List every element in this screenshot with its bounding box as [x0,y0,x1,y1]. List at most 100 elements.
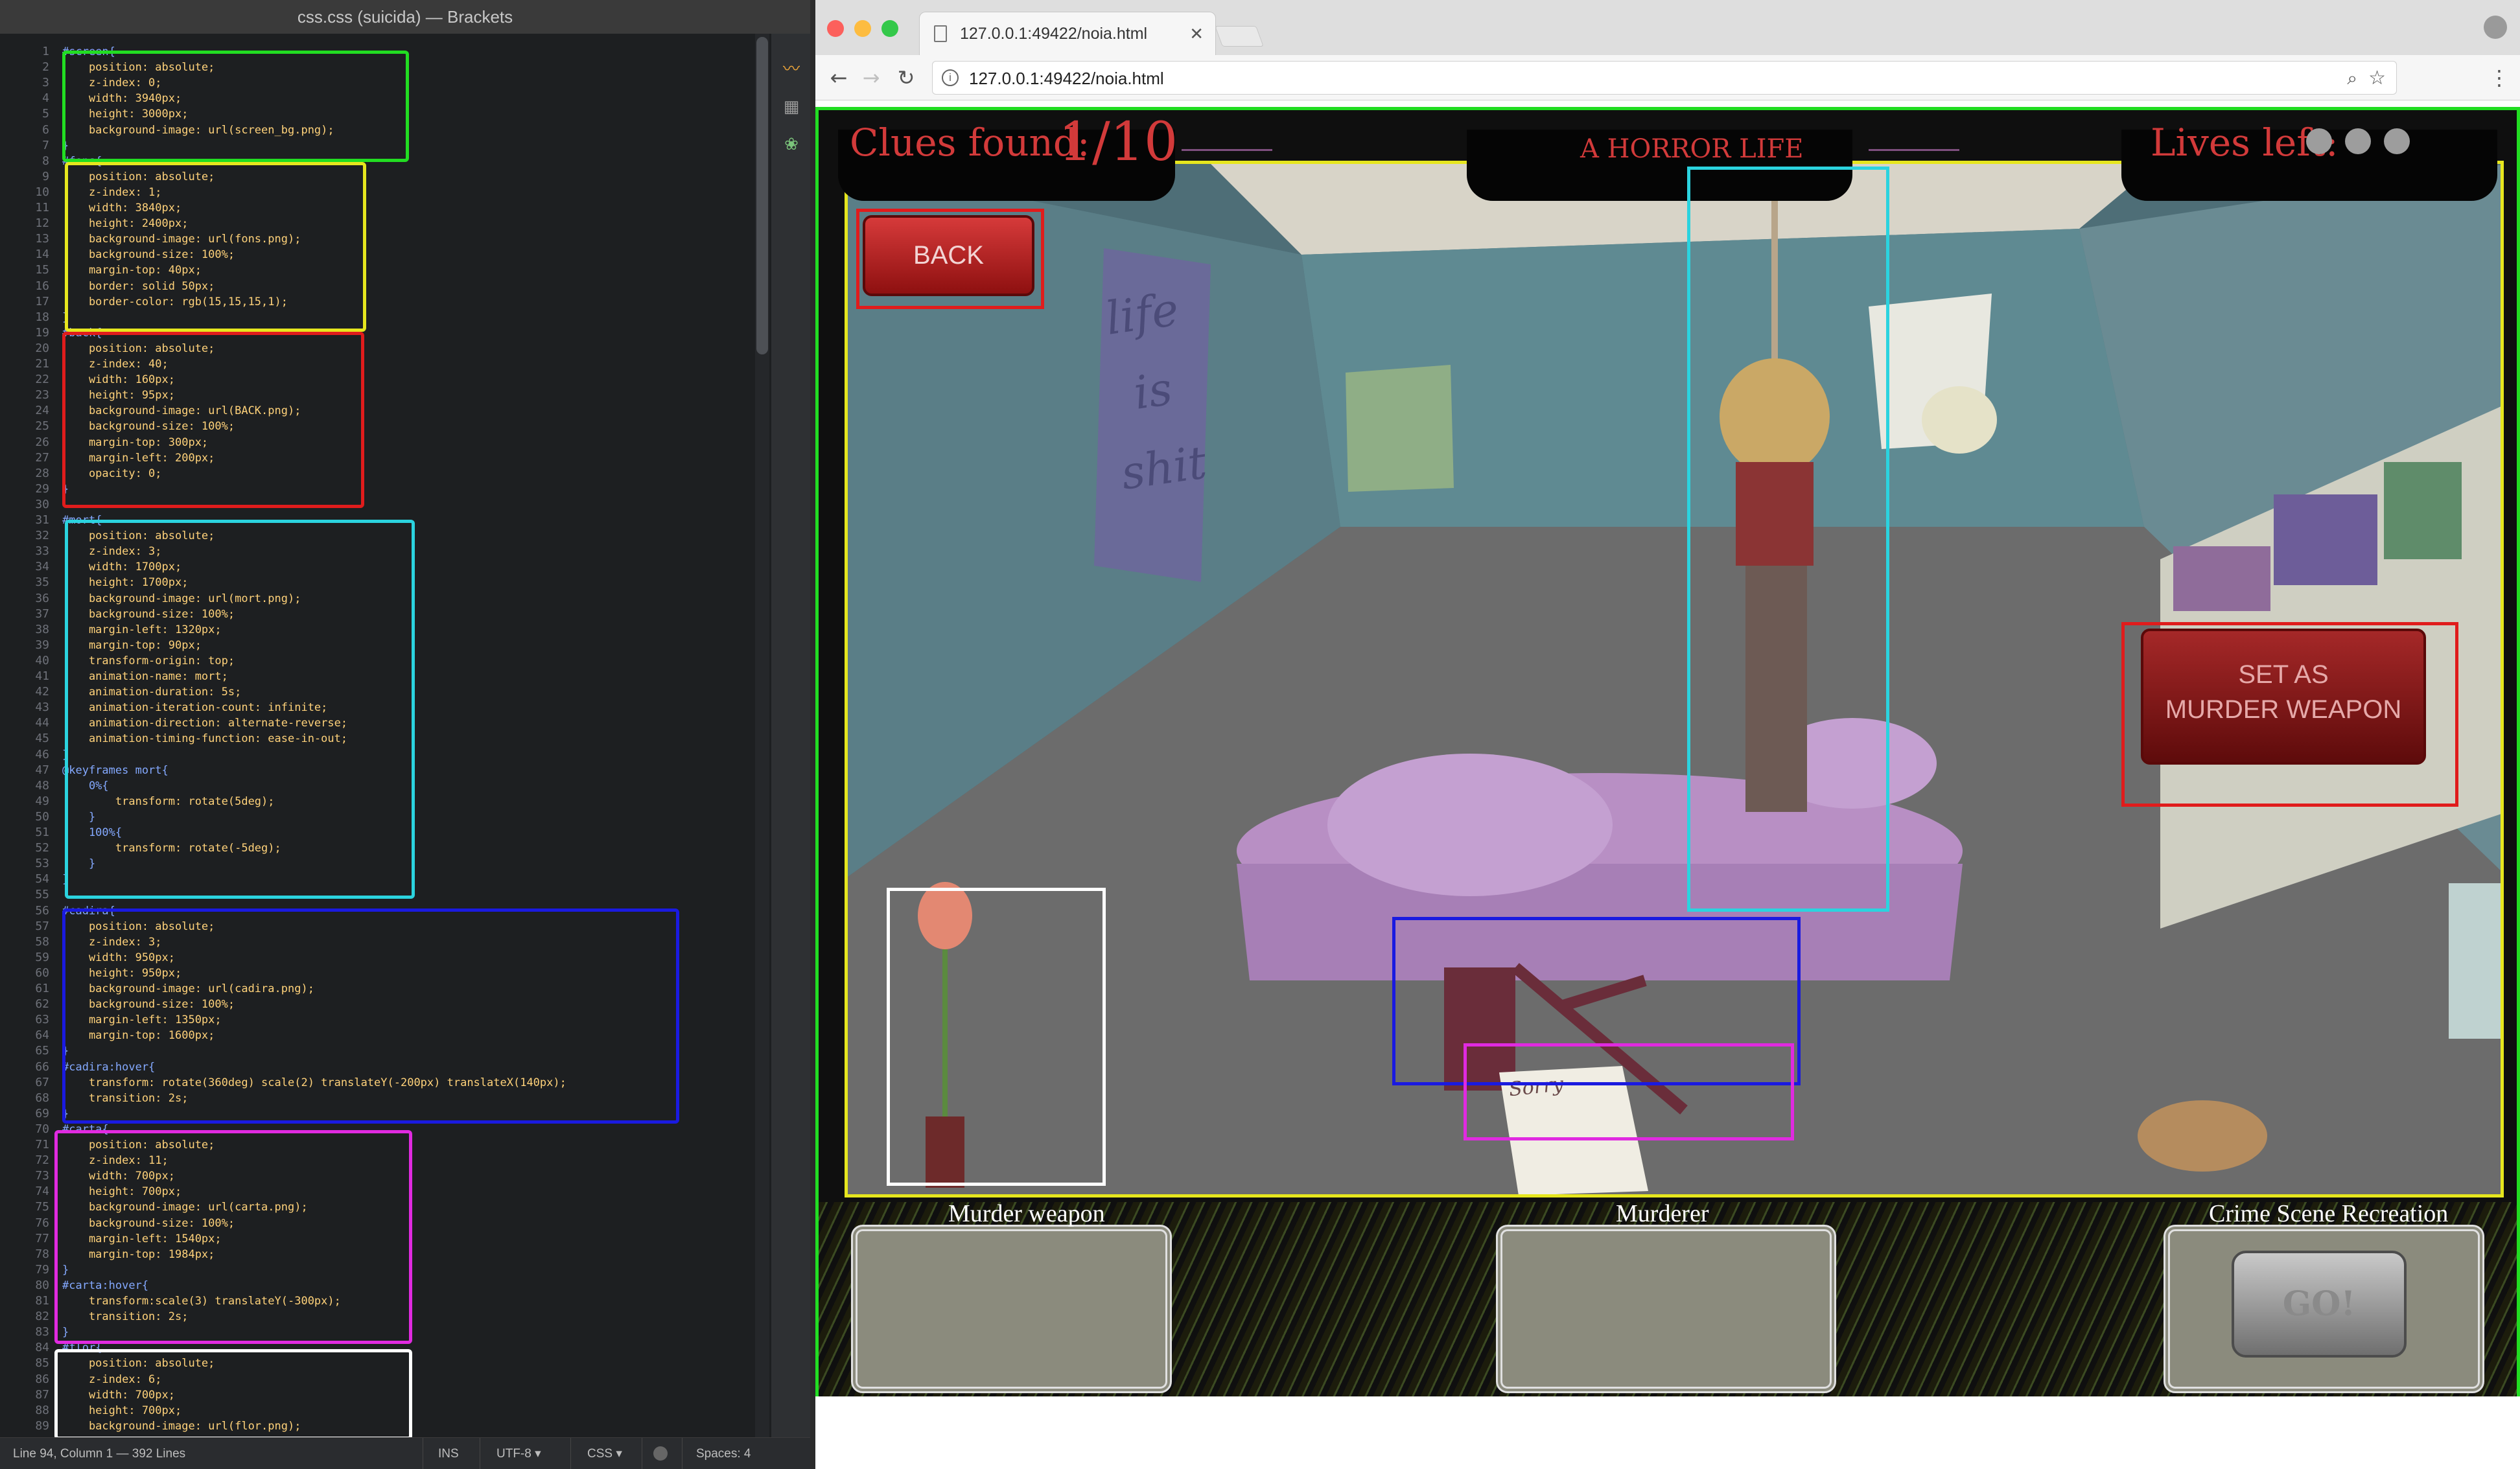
linter-status-icon[interactable] [653,1446,668,1461]
back-arrow-icon[interactable]: ← [824,63,853,93]
cursor-position: Line 94, Column 1 — 392 Lines [13,1447,186,1461]
line-number: 6 [42,122,49,137]
poster-word: life [1102,283,1182,345]
line-number: 70 [35,1122,49,1136]
insert-mode[interactable]: INS [438,1438,459,1469]
line-number: 16 [35,279,49,293]
line-number: 28 [35,466,49,480]
line-number: 76 [35,1216,49,1230]
editor-status-bar: Line 94, Column 1 — 392 Lines INS UTF-8 … [0,1437,810,1469]
browser-tab[interactable]: 127.0.0.1:49422/noia.html ✕ [919,12,1216,55]
minimize-window-button[interactable] [854,20,871,37]
poster-word: is [1130,362,1176,420]
line-number: 15 [35,263,49,277]
line-number: 36 [35,591,49,605]
encoding-select[interactable]: UTF-8 ▾ [496,1438,541,1469]
code-box-screen [62,51,409,162]
line-number: 65 [35,1044,49,1058]
line-number: 86 [35,1372,49,1386]
page-icon [934,25,947,42]
crime-scene-label: Crime Scene Recreation [2209,1200,2449,1227]
line-number: 23 [35,388,49,402]
new-tab-button[interactable] [1215,26,1264,47]
line-number: 32 [35,529,49,543]
close-window-button[interactable] [827,20,844,37]
forward-arrow-icon[interactable]: → [857,63,885,93]
profile-icon[interactable] [2484,16,2507,39]
editor-scrollbar[interactable] [755,34,769,1437]
line-number: 78 [35,1247,49,1261]
line-number: 46 [35,747,49,761]
line-number: 74 [35,1185,49,1199]
flower-hitbox[interactable] [887,888,1106,1186]
zoom-icon[interactable]: ⌕ [2347,62,2357,95]
line-number: 56 [35,903,49,918]
back-hitbox-outline[interactable] [856,209,1044,309]
line-number: 54 [35,872,49,886]
line-number: 39 [35,638,49,652]
line-number: 42 [35,685,49,699]
line-number: 73 [35,1169,49,1183]
weapon-button-outline[interactable] [2121,622,2458,807]
line-number: 57 [35,919,49,933]
line-number: 81 [35,1294,49,1308]
line-number: 80 [35,1278,49,1292]
line-number: 40 [35,653,49,667]
line-number: 85 [35,1356,49,1371]
line-number: 43 [35,700,49,715]
line-number: 64 [35,1028,49,1043]
maximize-window-button[interactable] [881,20,898,37]
line-number: 12 [35,216,49,231]
line-number: 3 [42,76,49,90]
line-number: 11 [35,201,49,214]
reload-icon[interactable]: ↻ [892,63,920,93]
line-number: 62 [35,997,49,1012]
murderer-slot[interactable]: Murderer [1496,1200,1836,1393]
address-bar[interactable]: i 127.0.0.1:49422/noia.html ⌕ ☆ [932,61,2397,95]
line-number: 47 [35,763,49,777]
info-icon[interactable]: i [942,69,959,86]
indent-setting[interactable]: Spaces: 4 [696,1438,751,1469]
line-number: 84 [35,1341,49,1355]
line-number: 22 [35,373,49,387]
browser-menu-icon[interactable]: ⋮ [2485,63,2514,93]
line-number: 45 [35,732,49,746]
line-number: 24 [35,404,49,418]
line-number: 50 [35,809,49,824]
line-number: 83 [35,1325,49,1339]
line-number: 35 [35,575,49,590]
line-number: 88 [35,1403,49,1417]
extension-manager-icon[interactable]: ▦ [780,97,803,117]
note-hitbox[interactable] [1464,1043,1794,1140]
line-number: 79 [35,1262,49,1277]
language-select[interactable]: CSS ▾ [587,1438,622,1469]
go-button[interactable]: GO! [2232,1251,2407,1358]
murderer-label: Murderer [1616,1200,1709,1227]
url-text[interactable]: 127.0.0.1:49422/noia.html [969,62,1164,95]
extension-icon[interactable]: ❀ [780,135,803,154]
line-number: 71 [35,1138,49,1151]
neon-decoration [1182,149,1272,151]
status-divider [570,1438,571,1469]
line-number: 87 [35,1387,49,1402]
life-icon [2306,128,2332,154]
line-number: 26 [35,435,49,449]
browser-tab-strip: 127.0.0.1:49422/noia.html ✕ [815,0,2520,55]
editor-scrollbar-thumb[interactable] [756,37,768,354]
clues-counter: 1/10 [1058,111,1178,173]
bookmark-star-icon[interactable]: ☆ [2368,62,2386,95]
hanged-body-hitbox[interactable] [1687,167,1889,912]
line-number: 89 [35,1418,49,1433]
crime-scene-slot: Crime Scene Recreation GO! [2164,1200,2484,1393]
line-number: 59 [35,950,49,964]
code-box-flor [54,1349,412,1440]
line-number: 33 [35,544,49,559]
screen-root: css.css (suicida) — Brackets 1 2 3 4 5 6 7 8 9 10… [0,0,2520,1469]
live-preview-icon[interactable]: 〰 [780,60,803,79]
murder-weapon-slot[interactable]: Murder weapon [851,1200,1172,1393]
code-box-cadira [62,908,679,1124]
code-box-back [62,332,364,508]
line-number: 60 [35,966,49,980]
line-number: 68 [35,1091,49,1105]
tab-close-icon[interactable]: ✕ [1189,12,1204,56]
